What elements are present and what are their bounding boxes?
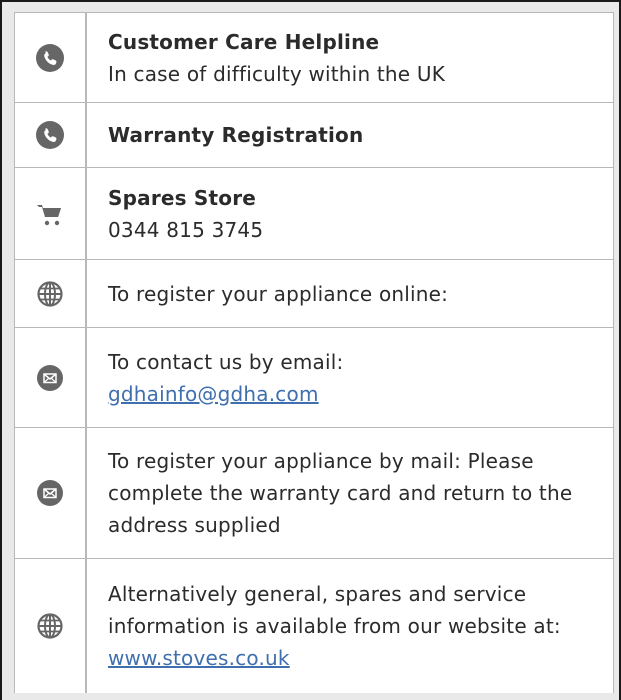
icon-cell (15, 328, 87, 427)
phone-icon (36, 121, 64, 149)
icon-cell (15, 559, 87, 693)
row-description: In case of difficulty within the UK (108, 61, 446, 86)
row-text: To register your appliance by mail: Plea… (87, 428, 613, 558)
row-text: To register your appliance online: (87, 260, 613, 327)
contact-row-mail: To register your appliance by mail: Plea… (15, 428, 613, 559)
mail-icon (37, 480, 63, 506)
globe-icon (37, 613, 63, 639)
row-description: To register your appliance online: (108, 281, 449, 306)
contact-table: Customer Care Helpline In case of diffic… (14, 12, 614, 693)
icon-cell (15, 168, 87, 259)
contact-row-website: Alternatively general, spares and servic… (15, 559, 613, 693)
page-frame: Customer Care Helpline In case of diffic… (0, 0, 621, 700)
row-text: To contact us by email: gdhainfo@gdha.co… (87, 328, 613, 427)
row-title: Warranty Registration (108, 123, 364, 147)
contact-row-register-online: To register your appliance online: (15, 260, 613, 328)
row-text: Spares Store 0344 815 3745 (87, 168, 613, 259)
row-text: Alternatively general, spares and servic… (87, 559, 613, 693)
icon-cell (15, 103, 87, 167)
row-text: Customer Care Helpline In case of diffic… (87, 13, 613, 102)
row-description: To contact us by email: (108, 349, 344, 374)
icon-cell (15, 428, 87, 558)
row-description: To register your appliance by mail: Plea… (108, 449, 573, 537)
phone-number: 0344 815 3745 (108, 217, 264, 242)
website-link[interactable]: www.stoves.co.uk (108, 646, 290, 670)
cart-icon (35, 200, 65, 228)
globe-icon (37, 280, 63, 307)
contact-row-email: To contact us by email: gdhainfo@gdha.co… (15, 328, 613, 428)
row-title: Customer Care Helpline (108, 29, 380, 54)
phone-icon (36, 43, 64, 72)
row-title: Spares Store (108, 185, 257, 210)
row-text: Warranty Registration (87, 103, 613, 167)
contact-row-customer-care: Customer Care Helpline In case of diffic… (15, 13, 613, 103)
icon-cell (15, 13, 87, 102)
contact-row-spares: Spares Store 0344 815 3745 (15, 168, 613, 260)
email-link[interactable]: gdhainfo@gdha.com (108, 382, 319, 406)
mail-icon (37, 364, 63, 391)
icon-cell (15, 260, 87, 327)
contact-row-warranty: Warranty Registration (15, 103, 613, 168)
row-description: Alternatively general, spares and servic… (108, 582, 561, 638)
